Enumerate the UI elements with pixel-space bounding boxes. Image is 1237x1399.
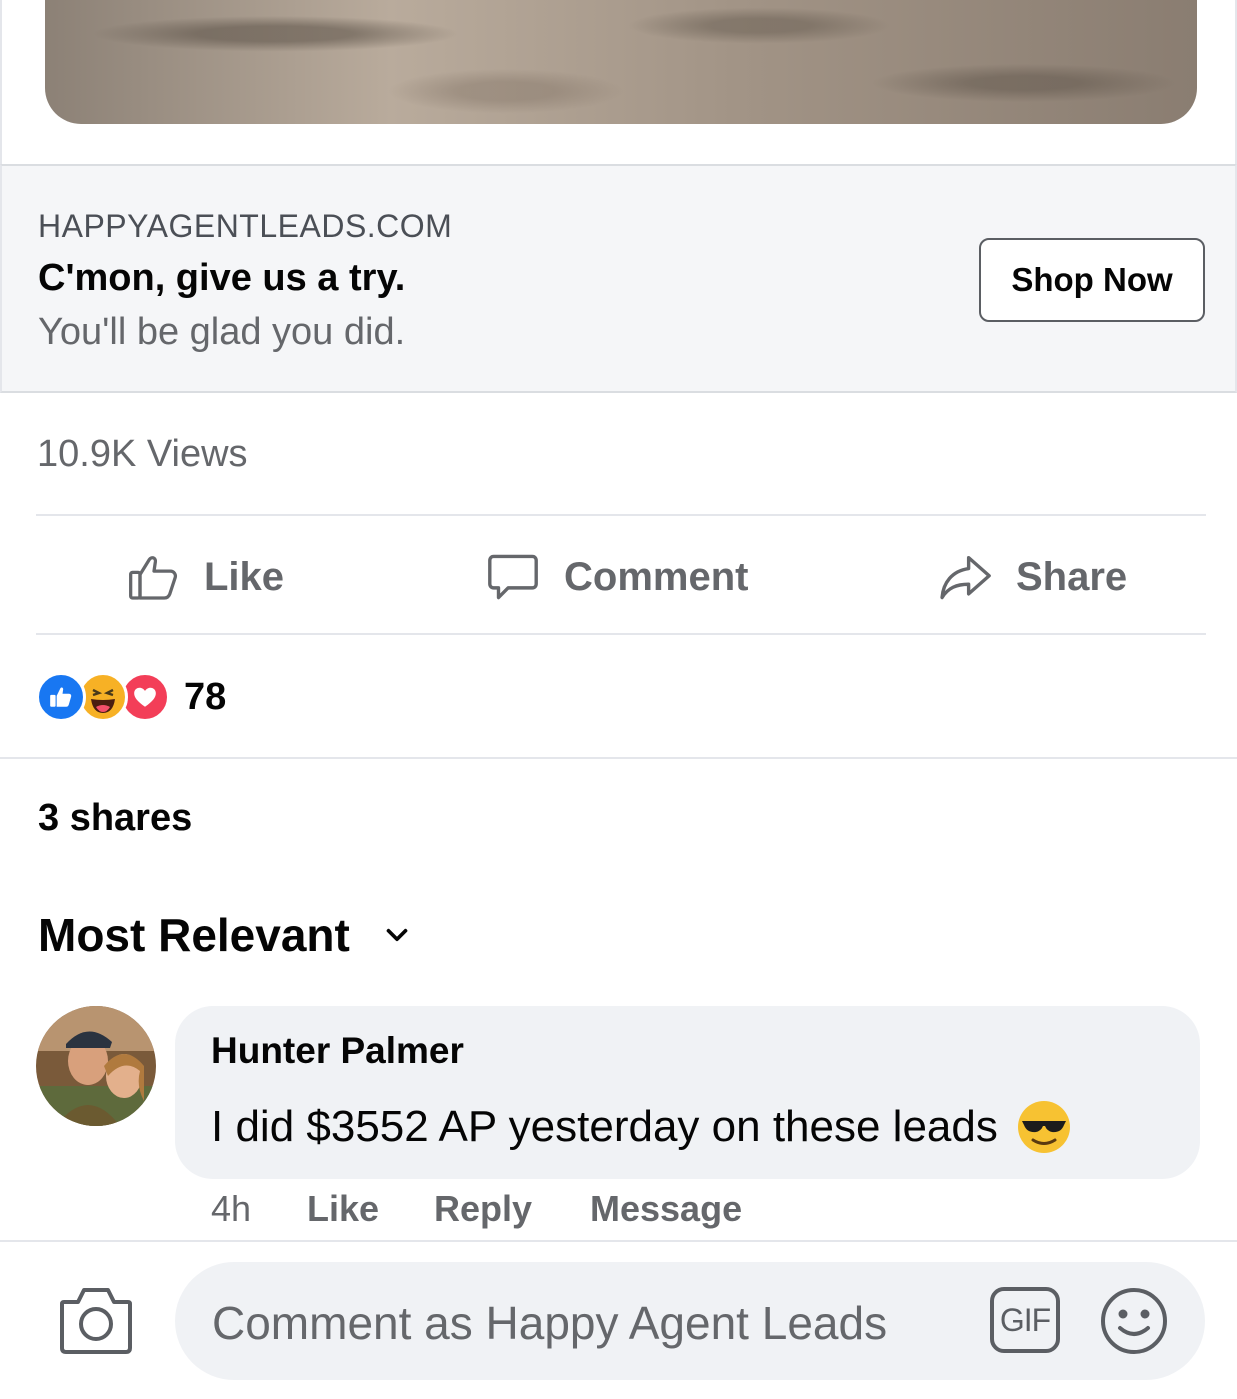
commenter-avatar[interactable] bbox=[36, 1006, 156, 1126]
reactions-summary[interactable]: 78 bbox=[36, 672, 227, 722]
comment-text: I did $3552 AP yesterday on these leads bbox=[211, 1099, 1072, 1155]
comment-action-button[interactable]: Comment bbox=[484, 540, 748, 614]
comment-message-link[interactable]: Message bbox=[590, 1188, 742, 1230]
sort-label: Most Relevant bbox=[38, 909, 350, 961]
link-domain: HAPPYAGENTLEADS.COM bbox=[38, 208, 453, 244]
share-count[interactable]: 3 shares bbox=[38, 797, 192, 840]
divider bbox=[0, 757, 1237, 759]
gif-label: GIF bbox=[999, 1301, 1051, 1338]
camera-button[interactable] bbox=[58, 1284, 134, 1361]
divider bbox=[36, 514, 1206, 516]
camera-icon bbox=[60, 1288, 132, 1354]
share-action-button[interactable]: Share bbox=[936, 540, 1127, 614]
smiley-icon bbox=[1101, 1288, 1167, 1354]
shop-now-button[interactable]: Shop Now bbox=[979, 238, 1205, 322]
view-count: 10.9K Views bbox=[37, 433, 248, 475]
comment-body: I did $3552 AP yesterday on these leads bbox=[211, 1102, 998, 1151]
thumbs-up-icon bbox=[129, 556, 178, 600]
comment-reply-link[interactable]: Reply bbox=[434, 1188, 532, 1230]
comment-timestamp: 4h bbox=[211, 1188, 252, 1229]
link-description: You'll be glad you did. bbox=[38, 311, 406, 353]
gif-button[interactable]: GIF bbox=[990, 1287, 1060, 1353]
post-video-thumbnail[interactable] bbox=[45, 0, 1197, 124]
comment-action-label: Comment bbox=[564, 554, 749, 599]
comment-input-placeholder: Comment as Happy Agent Leads bbox=[212, 1297, 888, 1349]
comment-sort-dropdown[interactable]: Most Relevant bbox=[38, 908, 414, 962]
divider bbox=[36, 633, 1206, 635]
share-action-label: Share bbox=[1016, 554, 1128, 599]
comment-like-link[interactable]: Like bbox=[307, 1188, 379, 1230]
sunglasses-emoji-icon bbox=[1017, 1101, 1070, 1153]
like-reaction-icon bbox=[36, 672, 86, 722]
emoji-button[interactable] bbox=[1099, 1286, 1169, 1361]
like-action-label: Like bbox=[204, 554, 285, 599]
like-action-button[interactable]: Like bbox=[126, 540, 284, 614]
share-arrow-icon bbox=[940, 555, 991, 600]
link-headline[interactable]: C'mon, give us a try. bbox=[38, 257, 405, 300]
comment-author-name[interactable]: Hunter Palmer bbox=[211, 1030, 464, 1072]
composer-divider bbox=[0, 1240, 1237, 1242]
chevron-down-icon bbox=[386, 928, 408, 942]
reaction-count: 78 bbox=[184, 675, 227, 718]
comment-icon bbox=[488, 554, 538, 600]
